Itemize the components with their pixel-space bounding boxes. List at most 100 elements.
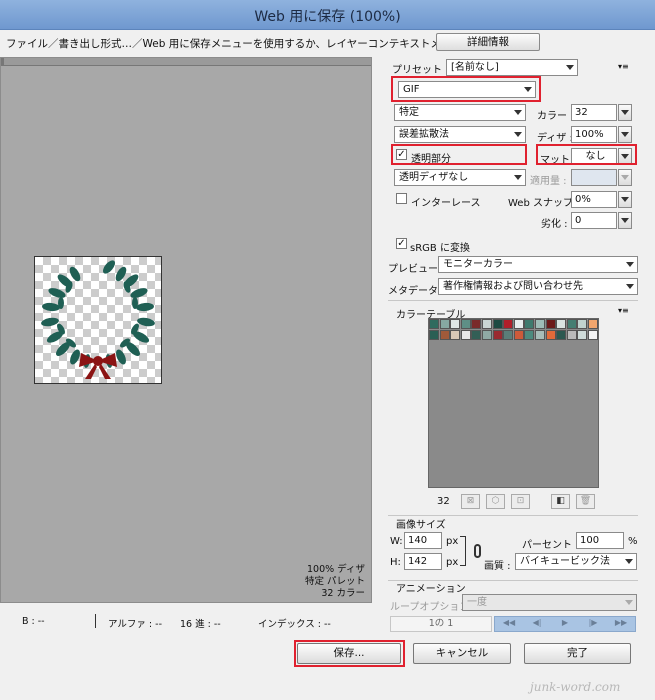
transparency-checkbox[interactable]: ✓ [396, 149, 407, 160]
image-size-title: 画像サイズ [396, 520, 446, 531]
chevron-down-icon [621, 218, 629, 223]
chevron-down-icon [626, 262, 634, 267]
color-swatch[interactable] [471, 329, 482, 340]
chevron-down-icon [621, 175, 629, 180]
percent-field[interactable]: 100 [576, 532, 624, 549]
percent-label: パーセント : [522, 540, 579, 551]
websnap-field[interactable]: 0% [571, 191, 617, 208]
format-select[interactable]: GIF [398, 81, 536, 98]
dither-algorithm-value: 誤差拡散法 [399, 129, 449, 140]
color-swatch[interactable] [513, 329, 524, 340]
map-transparent-icon: ⊠ [461, 494, 480, 509]
preset-select[interactable]: [名前なし] [446, 59, 578, 76]
chevron-down-icon [625, 559, 633, 564]
chevron-down-icon [514, 175, 522, 180]
color-swatch[interactable] [482, 329, 492, 340]
color-swatch[interactable] [535, 329, 545, 340]
color-swatch[interactable] [429, 319, 439, 329]
color-swatch[interactable] [439, 319, 450, 329]
dither-field[interactable]: 100% [571, 126, 617, 143]
color-table-menu-icon[interactable]: ▾≡ [618, 306, 629, 315]
metadata-label: メタデータ : [388, 286, 445, 297]
color-swatch[interactable] [545, 329, 556, 340]
color-count-field[interactable]: 32 [571, 104, 617, 121]
metadata-value: 著作権情報および問い合わせ先 [443, 281, 583, 292]
width-label: W: [390, 536, 403, 547]
animation-controls: ◀◀ ◀| ▶ |▶ ▶▶ [494, 616, 636, 632]
new-color-icon[interactable]: ◧ [551, 494, 570, 509]
color-swatch[interactable] [450, 319, 461, 329]
srgb-checkbox[interactable]: ✓ [396, 238, 407, 249]
color-swatch[interactable] [566, 319, 577, 329]
lossy-field[interactable]: 0 [571, 212, 617, 229]
color-swatch[interactable] [439, 329, 450, 340]
chain-link-icon[interactable] [474, 544, 481, 558]
websnap-label: Web スナップ : [508, 198, 580, 209]
save-button[interactable]: 保存... [297, 643, 401, 664]
status-hex: 16 進 : -- [180, 619, 221, 630]
color-swatch[interactable] [524, 319, 535, 329]
settings-menu-icon[interactable]: ▾≡ [618, 62, 629, 71]
color-swatch[interactable] [524, 329, 535, 340]
quality-select[interactable]: バイキュービック法 [515, 553, 637, 570]
color-swatch[interactable] [566, 329, 577, 340]
color-swatch[interactable] [503, 329, 514, 340]
websnap-dropdown[interactable] [618, 191, 632, 208]
color-swatch[interactable] [535, 319, 545, 329]
height-field[interactable]: 142 [404, 553, 442, 570]
dither-dropdown[interactable] [618, 126, 632, 143]
color-swatch[interactable] [588, 329, 598, 340]
interlace-checkbox[interactable] [396, 193, 407, 204]
color-swatch[interactable] [429, 329, 439, 340]
color-swatch[interactable] [577, 319, 588, 329]
preview-image[interactable] [34, 256, 162, 384]
color-swatch[interactable] [556, 329, 567, 340]
preview-ruler [1, 58, 371, 66]
detail-info-button[interactable]: 詳細情報 [436, 33, 540, 51]
matte-dropdown[interactable] [618, 148, 632, 165]
window-title: Web 用に保存 (100%) [254, 9, 401, 25]
lossy-dropdown[interactable] [618, 212, 632, 229]
preview-stat-palette: 特定 パレット [304, 576, 365, 587]
chevron-down-icon [566, 65, 574, 70]
status-bar: B : -- アルファ : -- 16 進 : -- インデックス : -- [0, 612, 380, 632]
color-swatch[interactable] [450, 329, 461, 340]
percent-unit: % [628, 536, 638, 547]
color-swatch[interactable] [503, 319, 514, 329]
status-separator [95, 614, 96, 628]
transparency-dither-value: 透明ディザなし [399, 172, 469, 183]
metadata-select[interactable]: 著作権情報および問い合わせ先 [438, 278, 638, 295]
color-table-swatches[interactable] [428, 318, 599, 488]
info-bar: ファイル／書き出し形式…／Web 用に保存メニューを使用するか、レイヤーコンテキ… [0, 30, 655, 54]
preview-panel[interactable]: 100% ディザ 特定 パレット 32 カラー [0, 57, 372, 603]
frame-indicator: 1の 1 [390, 616, 492, 632]
transparency-dither-select[interactable]: 透明ディザなし [394, 169, 526, 186]
color-swatch[interactable] [492, 329, 503, 340]
interlace-label: インターレース [411, 198, 481, 209]
preset-label: プリセット : [392, 65, 449, 76]
color-swatch[interactable] [460, 319, 471, 329]
done-button[interactable]: 完了 [524, 643, 631, 664]
last-frame-icon: ▶▶ [614, 618, 628, 627]
preview-mode-select[interactable]: モニターカラー [438, 256, 638, 273]
color-swatch[interactable] [471, 319, 482, 329]
preview-ruler-mark [1, 58, 4, 66]
cancel-button[interactable]: キャンセル [413, 643, 511, 664]
preview-mode-label: プレビュー : [388, 264, 445, 275]
color-count-dropdown[interactable] [618, 104, 632, 121]
dither-algorithm-select[interactable]: 誤差拡散法 [394, 126, 526, 143]
color-swatch[interactable] [492, 319, 503, 329]
matte-field[interactable]: なし [571, 148, 617, 165]
palette-value: 特定 [399, 107, 419, 118]
color-swatch[interactable] [588, 319, 598, 329]
color-swatch[interactable] [577, 329, 588, 340]
width-field[interactable]: 140 [404, 532, 442, 549]
transparency-label: 透明部分 [411, 154, 451, 165]
color-swatch[interactable] [482, 319, 492, 329]
color-swatch[interactable] [513, 319, 524, 329]
color-swatch[interactable] [545, 319, 556, 329]
palette-select[interactable]: 特定 [394, 104, 526, 121]
color-swatch[interactable] [460, 329, 471, 340]
color-swatch[interactable] [556, 319, 567, 329]
quality-value: バイキュービック法 [520, 556, 610, 567]
